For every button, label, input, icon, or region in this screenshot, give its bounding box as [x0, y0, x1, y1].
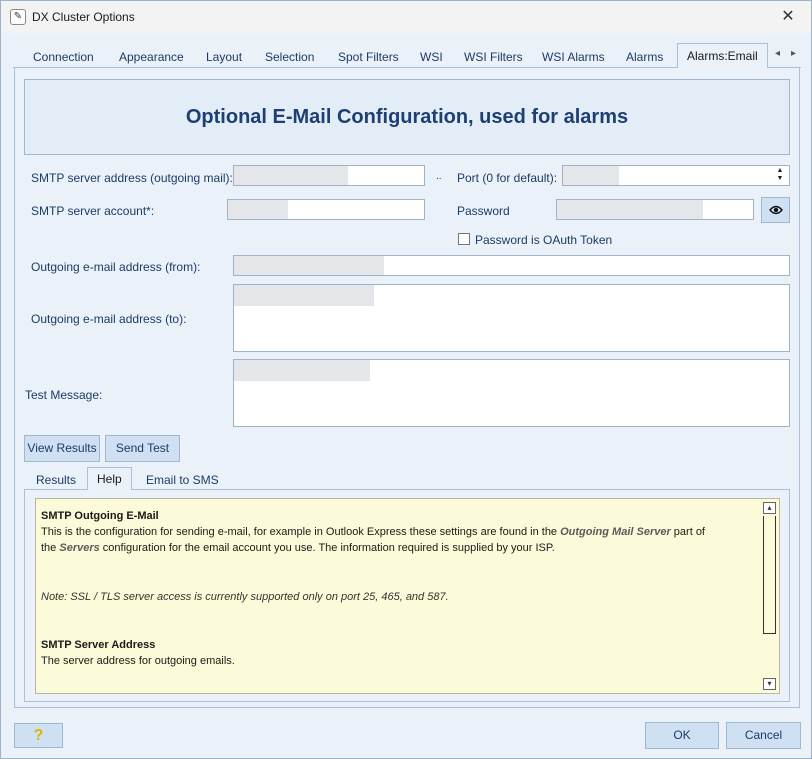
tab-help[interactable]: Help	[87, 467, 132, 491]
oauth-token-checkbox[interactable]	[458, 233, 470, 245]
page-title: Optional E-Mail Configuration, used for …	[185, 106, 629, 128]
tab-wsi-alarms[interactable]: WSI Alarms	[542, 46, 605, 68]
ellipsis-marker: ..	[436, 171, 442, 182]
redacted-value	[563, 166, 619, 185]
redacted-value	[557, 200, 703, 219]
tab-email-to-sms[interactable]: Email to SMS	[146, 473, 219, 487]
tab-alarms[interactable]: Alarms	[626, 46, 663, 68]
spinner-arrows-icon[interactable]: ▲ ▼	[775, 167, 785, 184]
from-address-label: Outgoing e-mail address (from):	[31, 260, 201, 274]
tab-spot-filters[interactable]: Spot Filters	[338, 46, 399, 68]
tab-selection[interactable]: Selection	[265, 46, 314, 68]
help-note: Note: SSL / TLS server access is current…	[41, 591, 449, 603]
show-password-eye-icon[interactable]	[761, 197, 790, 223]
tab-wsi[interactable]: WSI	[420, 46, 443, 68]
tab-scroll-left-icon[interactable]: ◂	[775, 48, 780, 59]
redacted-value	[234, 166, 348, 185]
help-text: This is the configuration for sending e-…	[41, 526, 561, 538]
tab-connection[interactable]: Connection	[33, 46, 94, 68]
help-scrollbar[interactable]: ▴ ▾	[763, 502, 776, 690]
redacted-value	[228, 200, 288, 219]
tab-scroll-right-icon[interactable]: ▸	[791, 48, 796, 59]
help-text-content: SMTP Outgoing E-Mail This is the configu…	[41, 508, 761, 669]
help-heading-smtp: SMTP Outgoing E-Mail	[41, 510, 159, 522]
title-bar: ✎ DX Cluster Options ✕	[1, 1, 811, 33]
tab-appearance[interactable]: Appearance	[119, 46, 184, 68]
smtp-server-input[interactable]	[233, 165, 425, 186]
oauth-token-label: Password is OAuth Token	[475, 233, 613, 247]
help-text-box[interactable]: SMTP Outgoing E-Mail This is the configu…	[35, 498, 780, 694]
redacted-value	[234, 360, 370, 381]
help-text: the	[41, 542, 60, 554]
redacted-value	[234, 256, 384, 275]
test-message-textarea[interactable]	[233, 359, 790, 427]
help-tab-bar: Results Help Email to SMS	[24, 467, 790, 491]
help-paragraph: This is the configuration for sending e-…	[41, 524, 761, 556]
tab-results[interactable]: Results	[36, 473, 76, 487]
smtp-account-input[interactable]	[227, 199, 425, 220]
cancel-button[interactable]: Cancel	[726, 722, 801, 749]
help-text: configuration for the email account you …	[99, 542, 555, 554]
smtp-account-label: SMTP server account*:	[31, 204, 155, 218]
password-label: Password	[457, 204, 510, 218]
tab-alarms-email[interactable]: Alarms:Email	[677, 43, 768, 69]
help-heading-server-address: SMTP Server Address	[41, 639, 156, 651]
redacted-value	[234, 285, 374, 306]
from-address-input[interactable]	[233, 255, 790, 276]
view-results-button[interactable]: View Results	[24, 435, 100, 462]
help-paragraph-2: The server address for outgoing emails.	[41, 655, 235, 667]
port-spinner[interactable]: ▲ ▼	[562, 165, 790, 186]
main-tab-bar: Connection Appearance Layout Selection S…	[13, 43, 801, 69]
password-input[interactable]	[556, 199, 754, 220]
window-title: DX Cluster Options	[32, 10, 135, 24]
smtp-server-label: SMTP server address (outgoing mail):	[31, 171, 233, 185]
close-icon[interactable]: ✕	[765, 1, 811, 33]
scroll-up-icon[interactable]: ▴	[763, 502, 776, 514]
help-highlight: Servers	[59, 542, 100, 554]
dx-cluster-app-icon: ✎	[10, 9, 26, 25]
to-address-textarea[interactable]	[233, 284, 790, 352]
port-label: Port (0 for default):	[457, 171, 558, 185]
to-address-label: Outgoing e-mail address (to):	[31, 312, 187, 326]
tab-layout[interactable]: Layout	[206, 46, 242, 68]
heading-box: Optional E-Mail Configuration, used for …	[24, 79, 790, 155]
tab-wsi-filters[interactable]: WSI Filters	[464, 46, 523, 68]
help-highlight: Outgoing Mail Server	[560, 526, 671, 538]
dialog-window: ✎ DX Cluster Options ✕ Connection Appear…	[0, 0, 812, 759]
send-test-button[interactable]: Send Test	[105, 435, 180, 462]
help-question-icon[interactable]: ?	[14, 723, 63, 748]
scroll-down-icon[interactable]: ▾	[763, 678, 776, 690]
help-text: part of	[670, 526, 705, 538]
scroll-thumb[interactable]	[763, 516, 776, 634]
test-message-label: Test Message:	[25, 388, 103, 402]
ok-button[interactable]: OK	[645, 722, 719, 749]
